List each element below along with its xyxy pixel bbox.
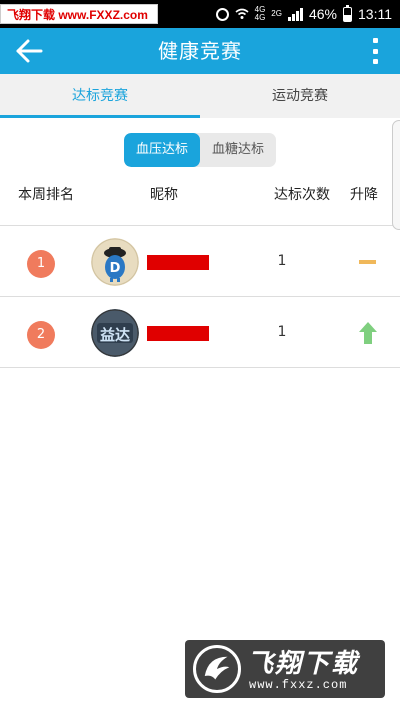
count-value: 1 (277, 253, 287, 269)
divider (0, 225, 400, 226)
network-type-2: 2G (271, 10, 282, 18)
status-bar: 飞翔下载 www.FXXZ.com 4G 4G 2G 46% 13:11 (0, 0, 400, 28)
header-trend: 升降 (350, 187, 378, 203)
watermark-text: 飞翔下载 www.FXXZ.com (0, 4, 158, 24)
tab-exercise-competition[interactable]: 运动竞赛 (200, 74, 400, 118)
table-header: 本周排名 昵称 达标次数 升降 (0, 178, 400, 210)
network-label-mid: 4G (254, 13, 266, 22)
back-arrow-icon[interactable] (14, 37, 44, 65)
more-menu-icon[interactable] (370, 38, 380, 64)
svg-text:益达: 益达 (100, 326, 130, 344)
watermark-logo-icon (193, 645, 241, 693)
alarm-icon (215, 7, 229, 21)
tab-standard-competition[interactable]: 达标竞赛 (0, 74, 200, 118)
table-row[interactable]: 1 D 1 (0, 227, 400, 297)
divider (0, 367, 400, 368)
segment-blood-sugar[interactable]: 血糖达标 (200, 133, 276, 167)
network-label-bottom: 2G (271, 9, 282, 18)
segment-blood-pressure[interactable]: 血压达标 (124, 133, 200, 167)
page-title: 健康竞赛 (158, 39, 242, 63)
trend-up-arrow-icon (359, 322, 377, 344)
nickname-redacted (147, 255, 209, 270)
status-icons: 4G 4G 2G 46% 13:11 (215, 0, 392, 28)
nickname-redacted (147, 326, 209, 341)
table-row[interactable]: 2 益达 1 (0, 298, 400, 368)
watermark-url: www.fxxz.com (249, 678, 348, 692)
rank-badge: 1 (27, 250, 55, 278)
rank-badge: 2 (27, 321, 55, 349)
count-value: 1 (277, 324, 287, 340)
header-count: 达标次数 (274, 187, 330, 203)
svg-text:D: D (110, 261, 121, 276)
trend-same-icon (359, 260, 376, 264)
watermark-logo: 飞翔下载 www.fxxz.com (185, 640, 385, 698)
watermark-title: 飞翔下载 (247, 649, 360, 679)
segmented-control: 血压达标 血糖达标 (124, 133, 276, 167)
signal-icon (287, 7, 303, 21)
header-nickname: 昵称 (150, 187, 178, 203)
battery-percent: 46% (308, 6, 337, 22)
avatar: 益达 (91, 309, 139, 357)
header-rank: 本周排名 (18, 187, 74, 203)
network-type-1: 4G 4G (255, 6, 266, 22)
wifi-icon (235, 8, 249, 19)
battery-icon (343, 4, 352, 22)
app-bar: 健康竞赛 (0, 28, 400, 74)
edge-panel-handle[interactable] (392, 120, 400, 230)
tab-bar: 达标竞赛 运动竞赛 (0, 74, 400, 118)
avatar: D (91, 238, 139, 286)
divider (0, 296, 400, 297)
clock: 13:11 (358, 6, 392, 22)
